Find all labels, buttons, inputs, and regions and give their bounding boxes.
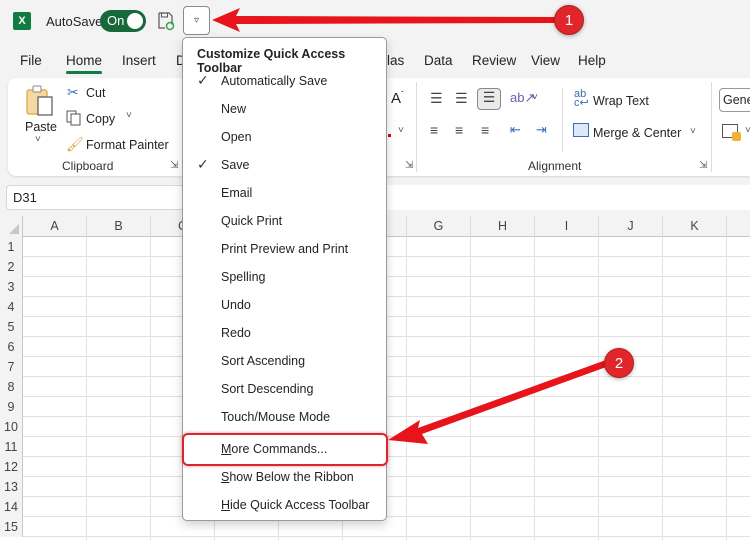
excel-window: X AutoSave On ▿ File Home Insert D las D… (0, 0, 750, 540)
step-badge-1: 1 (554, 5, 584, 35)
annotation-arrows (212, 8, 609, 444)
arrow-1 (212, 8, 556, 32)
arrow-2 (388, 360, 609, 444)
step-badge-2: 2 (604, 348, 634, 378)
badge-1-number: 1 (564, 11, 574, 29)
badge-2-number: 2 (614, 354, 624, 372)
